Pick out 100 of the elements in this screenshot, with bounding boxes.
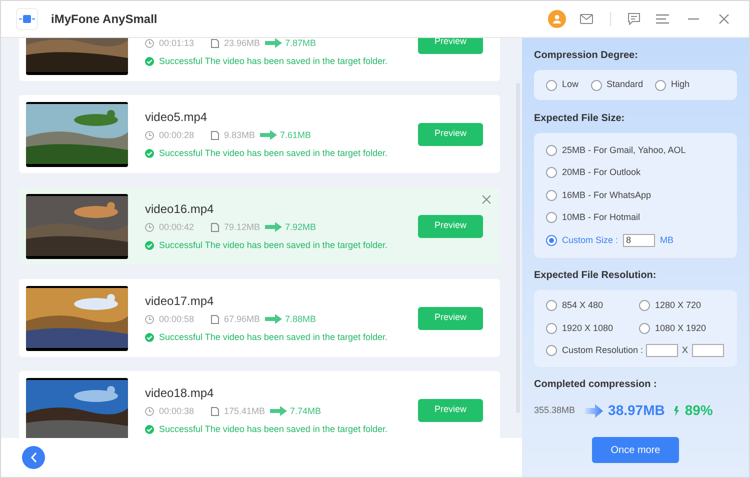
close-icon[interactable] — [719, 14, 729, 24]
back-button[interactable] — [22, 446, 45, 469]
status-message: Successful The video has been saved in the target folder. — [159, 55, 388, 67]
radio-button[interactable] — [546, 80, 557, 90]
radio-button[interactable] — [546, 167, 557, 178]
check-icon — [145, 56, 154, 66]
option-label: Custom Resolution : — [562, 344, 644, 357]
option-label: 25MB - For Gmail, Yahoo, AOL — [562, 144, 686, 156]
menu-icon[interactable] — [656, 14, 669, 24]
section-title: Expected File Size: — [534, 112, 626, 126]
option-label: 20MB - For Outlook — [562, 166, 641, 179]
status-message: Successful The video has been saved in the target folder. — [159, 147, 388, 159]
compressed-size: 7.74MB — [290, 405, 322, 417]
duration: 00:00:38 — [159, 405, 196, 417]
separator-label: X — [682, 344, 688, 357]
window-title: iMyFone AnySmall — [51, 11, 158, 28]
height-input[interactable] — [692, 344, 724, 358]
arrow-icon — [265, 222, 282, 232]
radio-button[interactable] — [655, 80, 666, 90]
arrow-icon — [265, 314, 282, 324]
once-more-button[interactable]: Once more — [592, 437, 679, 463]
compressed-size: 7.61MB — [280, 129, 312, 141]
section-title: Compression Degree: — [534, 49, 639, 63]
check-icon — [145, 332, 154, 342]
compressed-total: 38.97MB — [608, 401, 665, 420]
compressed-size: 7.88MB — [285, 313, 316, 325]
radio-button[interactable] — [639, 300, 650, 312]
close-icon[interactable] — [482, 195, 491, 204]
arrow-icon — [260, 130, 278, 140]
compressed-size: 7.92MB — [285, 221, 316, 233]
clock-icon — [145, 222, 154, 232]
account-icon[interactable] — [548, 10, 566, 28]
option-label: 1280 X 720 — [655, 299, 702, 312]
radio-button[interactable] — [546, 190, 557, 201]
app-logo-icon — [16, 8, 38, 30]
file-icon — [211, 222, 219, 232]
status-message: Successful The video has been saved in the target folder. — [159, 331, 388, 343]
option-label: High — [671, 78, 690, 92]
video-name: video16.mp4 — [145, 201, 215, 217]
radio-button[interactable] — [546, 212, 557, 224]
original-size: 175.41MB — [224, 405, 266, 417]
chevron-left-icon — [30, 452, 38, 463]
preview-button[interactable]: Preview — [418, 398, 483, 422]
unit-label: MB — [660, 234, 674, 246]
compressed-size: 7.87MB — [285, 38, 316, 49]
section-title: Completed compression : — [534, 378, 658, 392]
radio-button[interactable] — [546, 144, 557, 156]
check-icon — [145, 240, 154, 250]
option-label: Low — [562, 78, 579, 92]
video-name: video5.mp4 — [145, 109, 208, 125]
preview-button[interactable]: Preview — [418, 122, 483, 146]
feedback-icon[interactable] — [628, 13, 640, 25]
file-icon — [211, 38, 219, 48]
duration: 00:01:13 — [159, 38, 196, 49]
radio-button[interactable] — [639, 322, 650, 334]
video-card[interactable]: video17.mp4 00:00:58 67.96MB 7.88MB Successful The video has been saved in the target folder. Preview — [19, 279, 500, 357]
clock-icon — [145, 314, 154, 324]
file-icon — [211, 130, 219, 140]
original-size: 67.96MB — [224, 313, 260, 325]
preview-button[interactable]: Preview — [418, 214, 483, 238]
original-size: 79.12MB — [224, 221, 260, 233]
preview-button[interactable]: Preview — [418, 38, 483, 54]
arrow-icon — [270, 406, 288, 416]
check-icon — [145, 424, 154, 434]
width-input[interactable] — [646, 344, 678, 358]
original-size: 9.83MB — [224, 129, 256, 141]
section-title: Expected File Resolution: — [534, 268, 658, 282]
radio-button[interactable] — [590, 80, 602, 90]
option-label: Custom Size : — [562, 234, 618, 246]
option-label: 854 X 480 — [562, 299, 604, 312]
video-card[interactable]: video18.mp4 00:00:38 175.41MB 7.74MB Successful The video has been saved in the target folder. Preview — [19, 371, 500, 438]
mail-icon[interactable] — [580, 14, 593, 24]
clock-icon — [145, 406, 154, 416]
status-message: Successful The video has been saved in the target folder. — [159, 423, 388, 435]
duration: 00:00:58 — [159, 313, 196, 325]
option-label: 16MB - For WhatsApp — [562, 188, 652, 202]
preview-button[interactable]: Preview — [418, 306, 483, 330]
file-icon — [211, 314, 219, 324]
clock-icon — [145, 38, 154, 48]
duration: 00:00:28 — [159, 129, 196, 141]
original-size: 23.96MB — [224, 38, 260, 49]
radio-button[interactable] — [546, 345, 557, 356]
video-name: video18.mp4 — [145, 385, 215, 401]
option-label: 1080 X 1920 — [655, 322, 706, 334]
status-message: Successful The video has been saved in the target folder. — [159, 239, 388, 251]
option-label: Standard — [606, 78, 644, 92]
duration: 00:00:42 — [159, 221, 196, 233]
saving-percent: 89% — [684, 401, 713, 420]
arrow-icon — [585, 404, 604, 418]
video-card[interactable]: video16.mp4 00:00:42 79.12MB 7.92MB Successful The video has been saved in the target folder. Preview — [19, 187, 500, 265]
radio-button[interactable] — [546, 300, 557, 312]
radio-button[interactable] — [546, 322, 557, 334]
video-name: video17.mp4 — [145, 293, 215, 309]
radio-button[interactable] — [546, 234, 557, 246]
size-input[interactable]: 8 — [623, 234, 656, 247]
video-card[interactable]: video5.mp4 00:00:28 9.83MB 7.61MB Successful The video has been saved in the target folder. Preview — [19, 95, 500, 173]
video-card[interactable]: 00:01:13 23.96MB 7.87MB Successful The video has been saved in the target folder. Preview — [19, 38, 500, 81]
check-icon — [145, 148, 154, 158]
file-icon — [211, 406, 219, 416]
minimize-icon[interactable] — [688, 18, 699, 20]
